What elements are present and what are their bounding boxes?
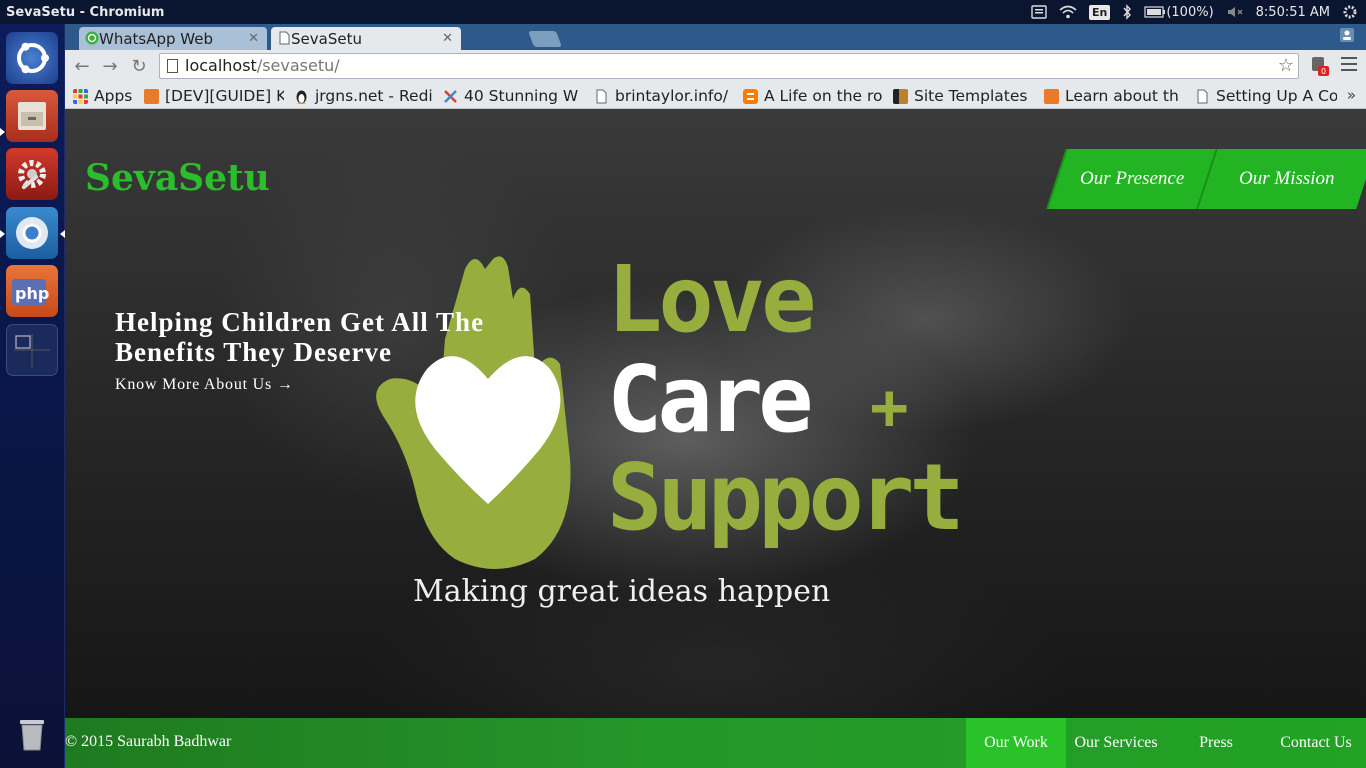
ubuntu-dash-icon[interactable] [6,32,58,84]
extension-badge-count: 0 [1321,67,1326,76]
running-indicator [0,128,5,136]
bookmark-jrgns[interactable]: jrgns.net - Redi [294,86,434,106]
bookmark-label: brintaylor.info/ [615,87,729,105]
user-profile-icon[interactable] [1338,28,1356,44]
logo-word-support: Support [607,444,960,551]
forward-icon[interactable]: → [99,56,121,78]
site-nav: Our Presence Our Mission [1046,149,1366,209]
bookmark-label: 40 Stunning W [464,87,579,105]
menu-icon[interactable] [1341,57,1357,73]
nav-our-mission[interactable]: Our Mission [1196,149,1366,209]
site-footer: © 2015 Saurabh Badhwar Our Work Our Serv… [65,718,1366,768]
close-icon[interactable]: ✕ [248,31,259,46]
reload-icon[interactable]: ↻ [128,56,150,78]
files-icon[interactable] [6,90,58,142]
close-icon[interactable]: ✕ [442,31,453,46]
web-page: SevaSetu Our Presence Our Mission Love C… [65,109,1366,768]
bookmark-label: jrgns.net - Redi [315,87,433,105]
bookmark-40-stunning[interactable]: 40 Stunning W [443,86,583,106]
bookmarks-overflow-button[interactable]: » [1347,86,1356,104]
running-indicator [0,230,5,238]
volume-muted-icon[interactable] [1226,5,1244,19]
logo-word-care: Care [607,346,810,453]
whatsapp-icon [85,31,99,45]
tab-whatsapp[interactable]: WhatsApp Web ✕ [79,27,267,50]
chromium-icon[interactable] [6,207,58,259]
logo-tagline: Making great ideas happen [413,574,830,609]
top-panel: SevaSetu - Chromium En (100%) 8:50:51 AM [0,0,1366,24]
bookmark-label: Setting Up A Co [1216,87,1337,105]
battery-icon [1144,6,1166,18]
tools-icon [444,89,457,103]
copyright-text: © 2015 Saurabh Badhwar [65,733,232,750]
bookmark-learn-about[interactable]: Learn about th [1044,86,1184,106]
bluetooth-icon[interactable] [1122,4,1132,20]
address-bar[interactable]: localhost/sevasetu/ ☆ [159,53,1299,79]
tab-label: WhatsApp Web [99,29,214,48]
bookmark-setting-up[interactable]: Setting Up A Co [1195,86,1337,106]
bookmark-life-on-road[interactable]: A Life on the ro [743,86,883,106]
svg-text:php: php [15,284,49,303]
footer-nav-our-services[interactable]: Our Services [1066,718,1166,768]
xda-icon [1044,88,1059,104]
page-icon [167,59,178,73]
footer-nav-press[interactable]: Press [1166,718,1266,768]
url-path: /sevasetu/ [256,56,340,75]
hero-heading: Helping Children Get All The Benefits Th… [115,307,485,367]
workspace-switcher-icon[interactable] [6,324,58,376]
bookmark-label: Site Templates [914,87,1028,105]
page-icon [1197,89,1208,103]
new-tab-button[interactable] [528,31,562,47]
gear-icon[interactable] [1342,4,1358,20]
window-title: SevaSetu - Chromium [6,4,165,20]
nav-our-presence[interactable]: Our Presence [1046,149,1216,209]
bookmark-brintaylor[interactable]: brintaylor.info/ [594,86,734,106]
wifi-icon[interactable] [1059,5,1077,19]
tab-sevasetu[interactable]: SevaSetu ✕ [271,27,461,50]
tab-bar: WhatsApp Web ✕ SevaSetu ✕ [65,24,1366,50]
browser-toolbar: ← → ↻ localhost/sevasetu/ ☆ 0 [65,50,1366,83]
love-care-support-logo: Love Care + Support Making great ideas h… [376,246,965,609]
url-host: localhost [185,56,257,75]
bookmark-label: Learn about th [1065,87,1179,105]
know-more-link[interactable]: Know More About Us → [115,376,294,394]
launcher: php [0,24,65,768]
bookmark-site-templates[interactable]: Site Templates [893,86,1033,106]
page-icon [596,89,607,103]
extension-button[interactable]: 0 [1311,56,1329,76]
tab-label: SevaSetu [291,29,362,48]
battery-percent: (100%) [1166,4,1214,20]
keyboard-icon[interactable] [1031,5,1047,19]
bookmark-label: A Life on the ro [764,87,883,105]
system-indicators: En (100%) 8:50:51 AM [1031,0,1358,24]
bookmark-dev-guide[interactable]: [DEV][GUIDE] K [144,86,284,106]
logo-plus: + [870,371,909,445]
nav-label: Our Presence [1079,168,1185,189]
blogger-icon [743,88,758,104]
footer-nav-contact-us[interactable]: Contact Us [1266,718,1366,768]
phpstorm-icon[interactable]: php [6,265,58,317]
trash-icon[interactable] [6,708,58,760]
apps-grid-icon [73,88,88,104]
logo-word-love: Love [607,246,813,353]
bookmark-star-icon[interactable]: ☆ [1278,54,1294,78]
system-settings-icon[interactable] [6,148,58,200]
keyboard-language[interactable]: En [1088,4,1111,20]
bookmark-label: [DEV][GUIDE] K [165,87,284,105]
templates-icon [893,88,908,104]
site-brand[interactable]: SevaSetu [85,157,270,199]
bookmark-apps[interactable]: Apps [73,86,133,106]
xda-icon [144,88,159,104]
nav-label: Our Mission [1239,168,1335,189]
footer-nav-our-work[interactable]: Our Work [966,718,1066,768]
back-icon[interactable]: ← [71,56,93,78]
bookmark-label: Apps [94,87,133,105]
page-icon [279,31,290,45]
footer-nav: Our Work Our Services Press Contact Us [966,718,1366,768]
bookmarks-bar: Apps [DEV][GUIDE] K jrgns.net - Redi 40 … [65,83,1366,109]
clock[interactable]: 8:50:51 AM [1256,5,1330,20]
tux-icon [296,90,307,104]
battery-indicator[interactable]: (100%) [1144,4,1214,20]
